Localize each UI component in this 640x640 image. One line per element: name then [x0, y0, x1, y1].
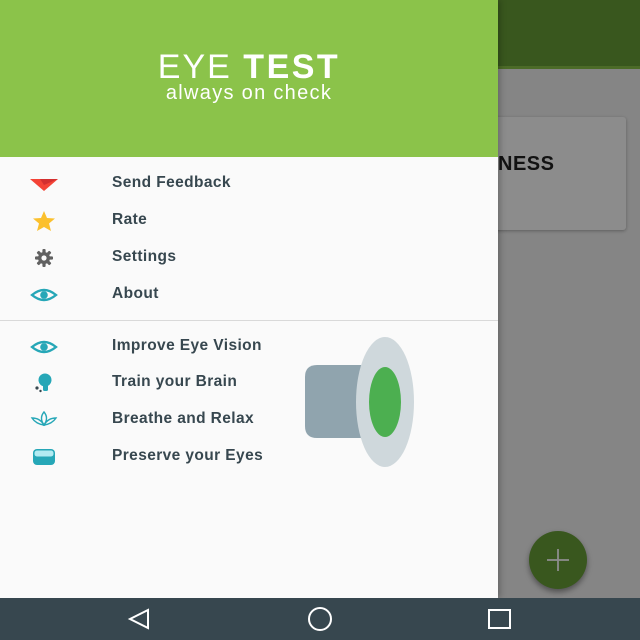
- menu-item-about[interactable]: About: [0, 276, 498, 313]
- eye-shield-icon: [33, 449, 55, 465]
- logo-bold-text: TEST: [243, 48, 341, 86]
- menu-item-send-feedback[interactable]: Send Feedback: [0, 165, 498, 202]
- menu-label: Breathe and Relax: [112, 410, 255, 427]
- logo-light-text: EYE: [157, 48, 232, 86]
- brain-head-icon: [35, 373, 52, 393]
- menu-item-preserve-your-eyes[interactable]: Preserve your Eyes: [0, 438, 498, 475]
- app-logo: EYE TEST: [0, 48, 498, 86]
- menu-label: Train your Brain: [112, 373, 238, 390]
- menu-item-settings[interactable]: Settings: [0, 239, 498, 276]
- paper-plane-icon: [30, 179, 58, 191]
- menu-item-rate[interactable]: Rate: [0, 202, 498, 239]
- star-icon: [33, 211, 55, 231]
- recents-icon[interactable]: [470, 598, 530, 640]
- menu-item-improve-eye-vision[interactable]: Improve Eye Vision: [0, 328, 498, 365]
- app-tagline: always on check: [165, 82, 333, 104]
- eye-cylinder-illustration: [305, 337, 414, 467]
- navigation-drawer: EYE TEST always on check Send Feedback R…: [0, 0, 498, 598]
- menu-label: Rate: [112, 211, 148, 228]
- menu-item-train-your-brain[interactable]: Train your Brain: [0, 364, 498, 401]
- system-navigation-bar: [0, 598, 640, 640]
- home-icon[interactable]: [290, 598, 350, 640]
- eye-icon: [30, 340, 58, 354]
- eye-icon: [30, 288, 58, 302]
- lotus-icon: [30, 410, 58, 427]
- menu-label: Send Feedback: [112, 174, 231, 191]
- gear-icon: [35, 249, 53, 267]
- menu-divider: [0, 320, 498, 321]
- menu-item-breathe-and-relax[interactable]: Breathe and Relax: [0, 401, 498, 438]
- menu-label: Improve Eye Vision: [112, 337, 262, 354]
- drawer-header: EYE TEST always on check: [0, 0, 498, 157]
- menu-label: Preserve your Eyes: [112, 447, 264, 464]
- back-icon[interactable]: [110, 598, 170, 640]
- menu-label: Settings: [112, 248, 177, 265]
- menu-label: About: [112, 285, 159, 302]
